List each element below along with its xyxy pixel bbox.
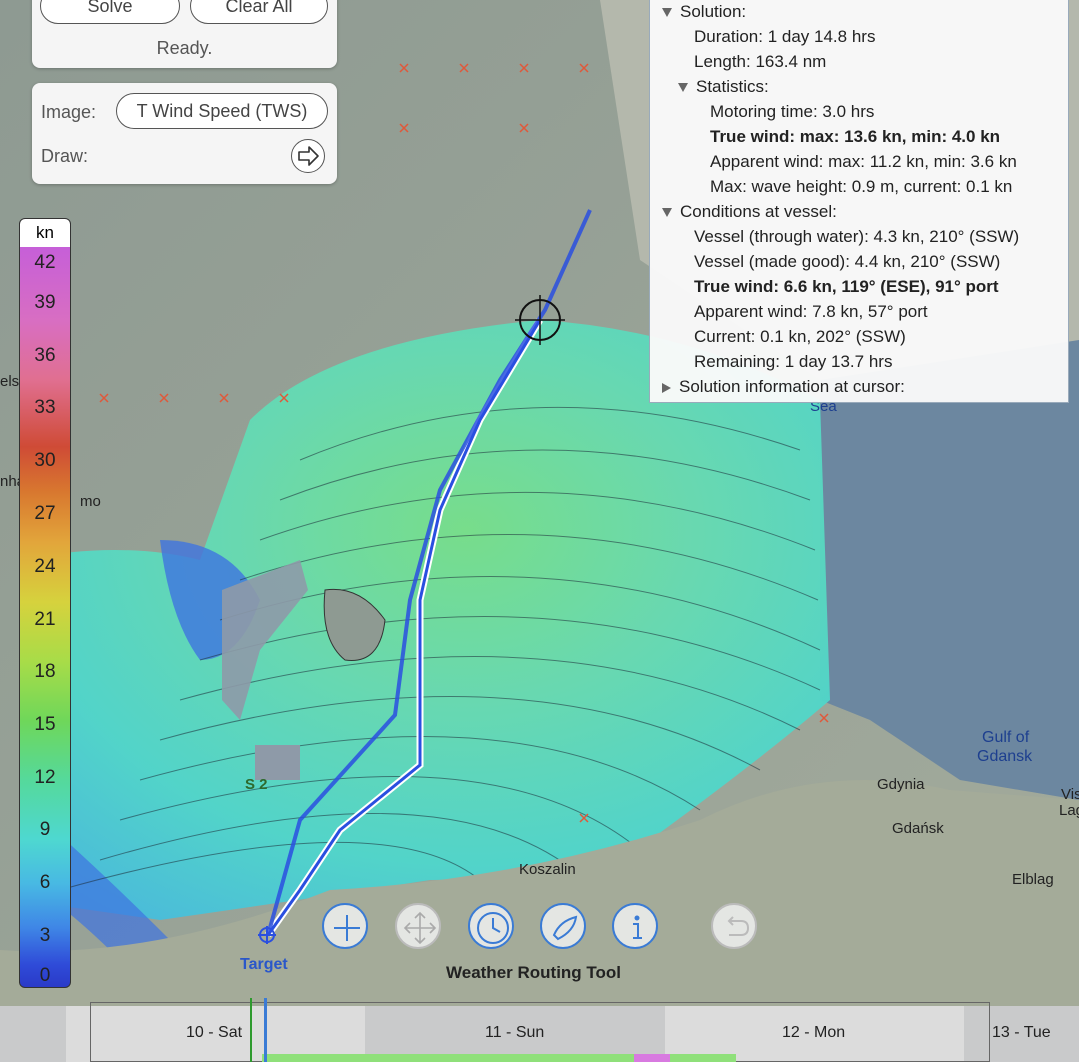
clock-icon (477, 912, 509, 944)
true-wind-stats: True wind: max: 13.6 kn, min: 4.0 kn (710, 127, 1001, 146)
timeline-day-label: 11 - Sun (485, 1024, 545, 1041)
solve-button[interactable]: Solve (40, 0, 180, 24)
scale-tick: 21 (34, 609, 56, 630)
info-icon (633, 915, 642, 939)
boat-icon (552, 915, 578, 941)
label-vis: Vis (1061, 786, 1079, 803)
scale-tick: 0 (39, 965, 51, 986)
toolbar-title: Weather Routing Tool (446, 963, 622, 982)
motoring-text: Motoring time: 3.0 hrs (710, 102, 875, 121)
image-select[interactable]: T Wind Speed (TWS) (116, 93, 328, 129)
start-time-marker[interactable] (250, 998, 252, 1062)
collapsed-triangle-icon (662, 382, 671, 393)
clear-all-button[interactable]: Clear All (190, 0, 328, 24)
timeline-day-label: 13 - Tue (992, 1024, 1051, 1041)
time-button[interactable] (468, 903, 514, 949)
vessel-water-text: Vessel (through water): 4.3 kn, 210° (SS… (694, 227, 1020, 246)
solve-panel: Solve Clear All Ready. (32, 0, 337, 68)
timeline-day-label: 12 - Mon (782, 1024, 846, 1041)
image-label: Image: (41, 102, 97, 122)
city-gdansk: Gdańsk (892, 820, 944, 837)
undo-icon (727, 916, 750, 936)
scale-tick: 18 (34, 661, 56, 682)
scale-unit: kn (19, 218, 71, 248)
plus-icon (334, 915, 360, 941)
vessel-good-text: Vessel (made good): 4.4 kn, 210° (SSW) (694, 252, 1001, 271)
apparent-wind-stats: Apparent wind: max: 11.2 kn, min: 3.6 kn (710, 152, 1017, 171)
label-mo: mo (80, 493, 101, 510)
solution-info-panel: Solution: Duration: 1 day 14.8 hrs Lengt… (649, 0, 1069, 403)
scale-tick: 12 (34, 767, 56, 788)
max-wave-stats: Max: wave height: 0.9 m, current: 0.1 kn (710, 177, 1013, 196)
route-time-peak (634, 1054, 670, 1062)
city-elblag: Elblag (1012, 871, 1054, 888)
current-text: Current: 0.1 kn, 202° (SSW) (694, 327, 906, 346)
expand-triangle-icon (662, 208, 672, 218)
remaining-text: Remaining: 1 day 13.7 hrs (694, 352, 893, 371)
gulf-label-1: Gulf of (982, 729, 1030, 746)
scale-tick: 15 (34, 714, 56, 735)
current-time-marker[interactable] (264, 998, 267, 1062)
scale-tick: 30 (34, 450, 56, 471)
boat-settings-button[interactable] (540, 903, 586, 949)
statistics-header[interactable]: Statistics: (678, 77, 769, 97)
target-label: Target (240, 956, 288, 973)
move-button[interactable] (395, 903, 441, 949)
true-wind-vessel-text: True wind: 6.6 kn, 119° (ESE), 91° port (694, 277, 999, 296)
scale-tick: 33 (34, 397, 56, 418)
scale-tick: 27 (34, 503, 56, 524)
cursor-info-header[interactable]: Solution information at cursor: (662, 377, 905, 397)
expand-triangle-icon (662, 8, 672, 18)
city-koszalin: Koszalin (519, 861, 576, 878)
scale-tick: 39 (34, 292, 56, 313)
scale-tick: 42 (34, 252, 56, 273)
scale-tick: 9 (39, 819, 51, 840)
solution-header[interactable]: Solution: (662, 2, 746, 22)
undo-button[interactable] (711, 903, 757, 949)
status-text: Ready. (156, 38, 213, 58)
arrow-right-icon (298, 146, 319, 166)
length-text: Length: 163.4 nm (694, 52, 827, 71)
timeline-day-label: 10 - Sat (186, 1024, 243, 1041)
move-icon (403, 911, 437, 945)
scale-tick: 24 (34, 556, 56, 577)
conditions-header[interactable]: Conditions at vessel: (662, 202, 837, 222)
scale-tick: 3 (39, 925, 51, 946)
gulf-label-2: Gdansk (977, 748, 1033, 765)
image-panel: Image: T Wind Speed (TWS) Draw: (32, 83, 337, 184)
info-button[interactable] (612, 903, 658, 949)
wind-speed-scale: kn 42 39 36 33 30 27 24 21 18 15 12 9 6 … (19, 218, 71, 988)
duration-text: Duration: 1 day 14.8 hrs (694, 27, 876, 46)
timeline-bar[interactable]: 10 - Sat 11 - Sun 12 - Mon 13 - Tue (0, 998, 1079, 1062)
obstacle-area-2 (255, 745, 300, 780)
scale-tick: 36 (34, 345, 56, 366)
expand-triangle-icon (678, 83, 688, 93)
waypoint-s2-label: S 2 (245, 776, 268, 793)
scale-tick: 6 (39, 872, 51, 893)
city-gdynia: Gdynia (877, 776, 925, 793)
timeline-segment (0, 1006, 66, 1062)
add-waypoint-button[interactable] (322, 903, 368, 949)
label-lag: Lag (1059, 802, 1079, 819)
apparent-wind-vessel-text: Apparent wind: 7.8 kn, 57° port (694, 302, 928, 321)
draw-label: Draw: (41, 146, 89, 166)
draw-arrow-button[interactable] (291, 139, 325, 173)
